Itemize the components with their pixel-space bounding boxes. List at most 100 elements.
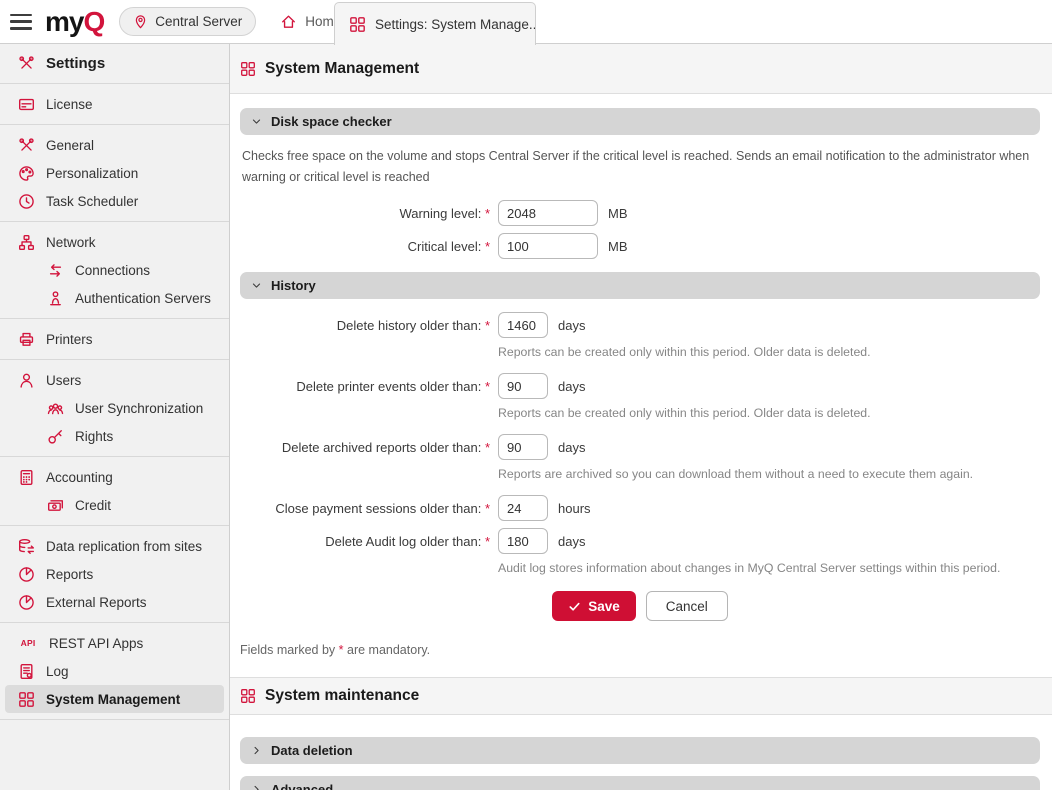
settings-content: Disk space checker Checks free space on … bbox=[230, 94, 1052, 790]
sidebar-group: Network Connections Authentication Servers bbox=[0, 222, 229, 319]
section-disk-space-checker[interactable]: Disk space checker bbox=[240, 108, 1040, 135]
sidebar-item-authentication-servers[interactable]: Authentication Servers bbox=[0, 284, 229, 312]
myq-logo: myQ bbox=[45, 8, 104, 36]
history-section-label: History bbox=[271, 278, 316, 293]
sidebar-group: Accounting Credit bbox=[0, 457, 229, 526]
sidebar-item-external-reports[interactable]: External Reports bbox=[0, 588, 229, 616]
tools-icon bbox=[18, 137, 35, 154]
sidebar-item-general[interactable]: General bbox=[0, 131, 229, 159]
cancel-button[interactable]: Cancel bbox=[646, 591, 728, 621]
sidebar-item-label: Printers bbox=[46, 332, 93, 347]
sidebar-group: APIREST API Apps Log System Management bbox=[0, 623, 229, 720]
delete-printer-events-older-than-unit: days bbox=[558, 379, 585, 394]
close-payment-sessions-older-than-unit: hours bbox=[558, 501, 591, 516]
people-group-icon bbox=[47, 400, 64, 417]
required-asterisk: * bbox=[485, 318, 490, 333]
grid-icon bbox=[349, 16, 366, 33]
sidebar-item-rest-api-apps[interactable]: APIREST API Apps bbox=[0, 629, 229, 657]
chevron-right-icon bbox=[250, 783, 263, 790]
delete-history-older-than-unit: days bbox=[558, 318, 585, 333]
tab-label: Settings: System Manage... bbox=[375, 17, 536, 32]
required-asterisk: * bbox=[485, 501, 490, 516]
section-label: Advanced bbox=[271, 782, 333, 790]
required-asterisk: * bbox=[485, 440, 490, 455]
section-data-deletion[interactable]: Data deletion bbox=[240, 737, 1040, 764]
history-fields: Delete history older than: *daysReports … bbox=[240, 312, 1040, 575]
delete-audit-log-older-than-label: Delete Audit log older than: * bbox=[240, 534, 490, 549]
settings-sidebar: Settings License General Personalization Ta… bbox=[0, 44, 230, 790]
delete-history-older-than-row: Delete history older than: * days bbox=[240, 312, 1040, 338]
required-asterisk: * bbox=[485, 206, 490, 221]
required-asterisk: * bbox=[485, 534, 490, 549]
sidebar-item-task-scheduler[interactable]: Task Scheduler bbox=[0, 187, 229, 215]
sidebar-group: Data replication from sites Reports Extern… bbox=[0, 526, 229, 623]
sidebar-group: General Personalization Task Scheduler bbox=[0, 125, 229, 222]
sidebar-item-label: Credit bbox=[75, 498, 111, 513]
sidebar-item-label: Connections bbox=[75, 263, 150, 278]
delete-history-older-than-label: Delete history older than: * bbox=[240, 318, 490, 333]
disk-fields: Warning level: *MBCritical level: *MB bbox=[240, 200, 1040, 259]
sidebar-item-label: Authentication Servers bbox=[75, 291, 211, 306]
warning-level-input[interactable] bbox=[498, 200, 598, 226]
home-tab[interactable]: Home bbox=[280, 13, 341, 30]
sidebar-item-printers[interactable]: Printers bbox=[0, 325, 229, 353]
sidebar-nav-groups: License General Personalization Task Schedu… bbox=[0, 84, 229, 720]
sidebar-item-label: Task Scheduler bbox=[46, 194, 138, 209]
page-title: System Management bbox=[230, 44, 1052, 94]
delete-printer-events-older-than-input[interactable] bbox=[498, 373, 548, 399]
sidebar-item-label: Rights bbox=[75, 429, 113, 444]
sidebar-item-label: Network bbox=[46, 235, 96, 250]
sidebar-item-credit[interactable]: Credit bbox=[0, 491, 229, 519]
tab-settings-system-management[interactable]: Settings: System Manage... bbox=[334, 2, 536, 45]
warning-level-row: Warning level: * MB bbox=[240, 200, 1040, 226]
sidebar-item-users[interactable]: Users bbox=[0, 366, 229, 394]
warning-level-label: Warning level: * bbox=[240, 206, 490, 221]
required-asterisk: * bbox=[485, 379, 490, 394]
sidebar-item-license[interactable]: License bbox=[0, 90, 229, 118]
sidebar-item-accounting[interactable]: Accounting bbox=[0, 463, 229, 491]
sidebar-item-user-synchronization[interactable]: User Synchronization bbox=[0, 394, 229, 422]
save-button[interactable]: Save bbox=[552, 591, 636, 621]
sidebar-item-label: REST API Apps bbox=[49, 636, 143, 651]
sidebar-title-label: Settings bbox=[46, 55, 105, 72]
sidebar-item-connections[interactable]: Connections bbox=[0, 256, 229, 284]
server-selector-label: Central Server bbox=[155, 14, 242, 29]
close-payment-sessions-older-than-input[interactable] bbox=[498, 495, 548, 521]
sidebar-item-label: Log bbox=[46, 664, 69, 679]
critical-level-unit: MB bbox=[608, 239, 628, 254]
warning-level-unit: MB bbox=[608, 206, 628, 221]
section-advanced[interactable]: Advanced bbox=[240, 776, 1040, 790]
main-panel: System Management Disk space checker Che… bbox=[230, 44, 1052, 790]
home-icon bbox=[280, 13, 297, 30]
sidebar-item-network[interactable]: Network bbox=[0, 228, 229, 256]
sidebar-item-reports[interactable]: Reports bbox=[0, 560, 229, 588]
page-title-system-maintenance: System maintenance bbox=[230, 677, 1052, 715]
calculator-icon bbox=[18, 469, 35, 486]
sidebar-item-log[interactable]: Log bbox=[0, 657, 229, 685]
delete-archived-reports-older-than-input[interactable] bbox=[498, 434, 548, 460]
menu-icon[interactable] bbox=[10, 14, 32, 30]
close-payment-sessions-older-than-row: Close payment sessions older than: *hour… bbox=[240, 495, 1040, 521]
critical-level-row: Critical level: *MB bbox=[240, 233, 1040, 259]
sidebar-item-label: Personalization bbox=[46, 166, 138, 181]
sidebar-item-system-management[interactable]: System Management bbox=[5, 685, 224, 713]
sidebar-group: License bbox=[0, 84, 229, 125]
sidebar-item-label: Data replication from sites bbox=[46, 539, 202, 554]
sidebar-item-label: External Reports bbox=[46, 595, 147, 610]
section-label: Data deletion bbox=[271, 743, 353, 758]
maintenance-title-label: System maintenance bbox=[265, 687, 419, 705]
license-card-icon bbox=[18, 96, 35, 113]
swap-arrows-icon bbox=[47, 262, 64, 279]
sidebar-item-data-replication-from-sites[interactable]: Data replication from sites bbox=[0, 532, 229, 560]
delete-history-older-than-input[interactable] bbox=[498, 312, 548, 338]
delete-audit-log-older-than-hint: Audit log stores information about chang… bbox=[498, 561, 1040, 575]
palette-icon bbox=[18, 165, 35, 182]
sidebar-group: UsersUser Synchronization Rights bbox=[0, 360, 229, 457]
section-history[interactable]: History bbox=[240, 272, 1040, 299]
critical-level-input[interactable] bbox=[498, 233, 598, 259]
database-sync-icon bbox=[18, 538, 35, 555]
sidebar-item-personalization[interactable]: Personalization bbox=[0, 159, 229, 187]
sidebar-item-rights[interactable]: Rights bbox=[0, 422, 229, 450]
delete-audit-log-older-than-input[interactable] bbox=[498, 528, 548, 554]
server-selector-button[interactable]: Central Server bbox=[119, 7, 256, 36]
